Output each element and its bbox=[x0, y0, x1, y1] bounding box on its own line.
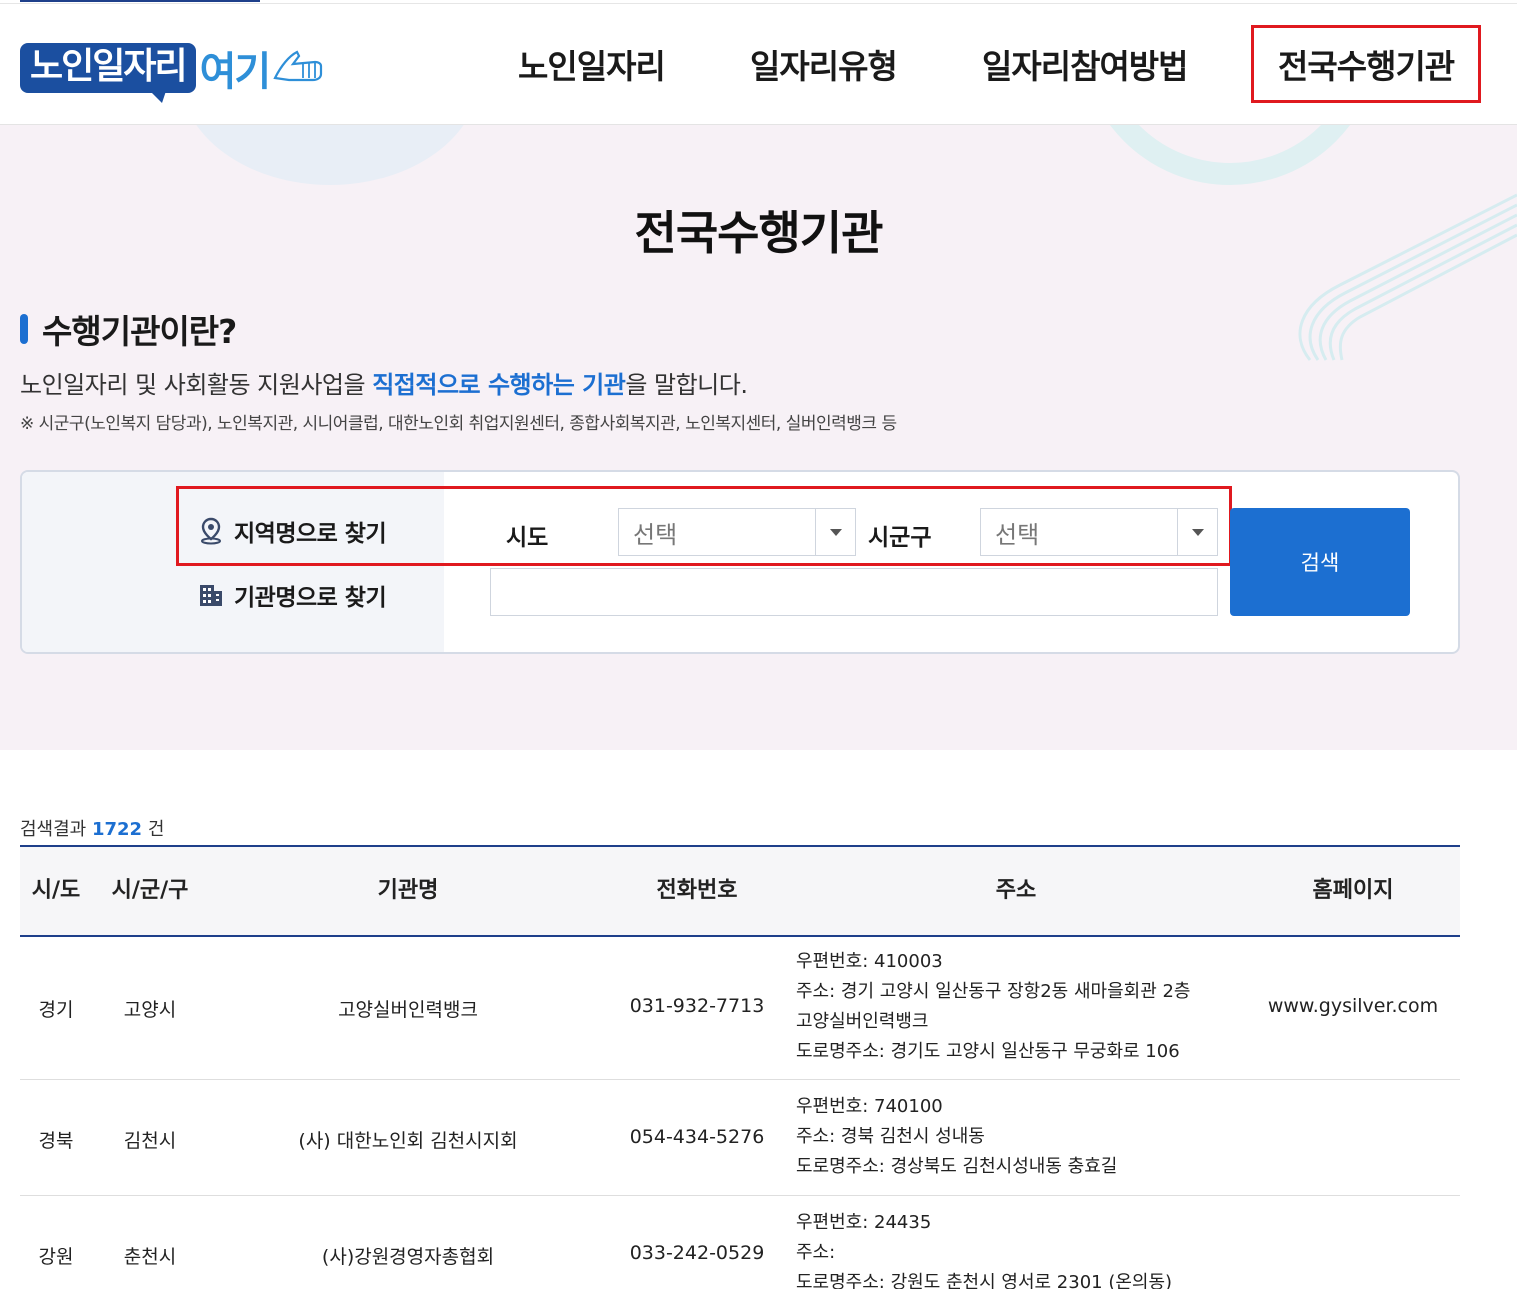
column-header-sido: 시/도 bbox=[31, 878, 81, 903]
desc-after: 을 말합니다. bbox=[625, 371, 748, 399]
top-line-accent bbox=[20, 0, 260, 2]
table-row[interactable]: 강원 춘천시 (사)강원경영자총협회 033-242-0529 우편번호: 24… bbox=[20, 1196, 1460, 1289]
section-heading: 수행기관이란? bbox=[20, 305, 237, 353]
result-count-prefix: 검색결과 bbox=[20, 819, 87, 840]
table-row[interactable]: 경북 김천시 (사) 대한노인회 김천시지회 054-434-5276 우편번호… bbox=[20, 1080, 1460, 1196]
column-header-address: 주소 bbox=[995, 878, 1037, 903]
cell-institution[interactable]: (사) 대한노인회 김천시지회 bbox=[208, 1126, 608, 1153]
column-header-sigungu: 시/군/구 bbox=[111, 878, 189, 903]
find-by-institution-option[interactable]: 기관명으로 찾기 bbox=[198, 578, 387, 612]
cell-sigungu: 김천시 bbox=[123, 1130, 177, 1152]
hero-section: 전국수행기관 수행기관이란? 노인일자리 및 사회활동 지원사업을 직접적으로 … bbox=[0, 125, 1517, 750]
location-pin-icon bbox=[201, 517, 221, 545]
cell-phone: 033-242-0529 bbox=[629, 1242, 765, 1264]
page-title: 전국수행기관 bbox=[634, 206, 884, 260]
section-title: 수행기관이란? bbox=[42, 312, 237, 351]
find-by-institution-label: 기관명으로 찾기 bbox=[234, 585, 387, 611]
sigungu-select[interactable]: 선택 bbox=[980, 508, 1218, 556]
sido-label: 시도 bbox=[506, 525, 549, 551]
desc-before: 노인일자리 및 사회활동 지원사업을 bbox=[20, 371, 373, 399]
cell-address: 우편번호: 740100 주소: 경북 김천시 성내동 도로명주소: 경상북도 … bbox=[796, 1092, 1246, 1182]
search-panel: 지역명으로 찾기 기관명으로 찾기 시도 선택 시군구 선택 검색 bbox=[20, 470, 1460, 654]
main-nav: 노인일자리 일자리유형 일자리참여방법 전국수행기관 bbox=[0, 25, 1517, 110]
nav-item-job-types[interactable]: 일자리유형 bbox=[750, 40, 898, 88]
sido-select[interactable]: 선택 bbox=[618, 508, 856, 556]
sigungu-label: 시군구 bbox=[868, 525, 932, 551]
nav-item-senior-jobs[interactable]: 노인일자리 bbox=[518, 40, 666, 88]
find-by-region-label: 지역명으로 찾기 bbox=[234, 521, 387, 547]
nav-item-agencies[interactable]: 전국수행기관 bbox=[1251, 25, 1482, 103]
cell-sido: 경북 bbox=[38, 1130, 74, 1152]
cell-institution[interactable]: 고양실버인력뱅크 bbox=[208, 995, 608, 1022]
cell-sigungu: 춘천시 bbox=[123, 1246, 177, 1268]
building-icon bbox=[200, 585, 222, 606]
search-options-panel bbox=[22, 472, 444, 652]
address-road: 도로명주소: 경기도 고양시 일산동구 무궁화로 106 bbox=[796, 1041, 1180, 1062]
nav-item-how-to-join[interactable]: 일자리참여방법 bbox=[982, 40, 1189, 88]
find-by-region-option[interactable]: 지역명으로 찾기 bbox=[198, 514, 387, 548]
background-decoration bbox=[180, 125, 480, 185]
result-count-suffix: 건 bbox=[147, 819, 165, 840]
address-lot: 주소: 경기 고양시 일산동구 장항2동 새마을회관 2층 bbox=[796, 981, 1191, 1002]
cell-sido: 경기 bbox=[38, 999, 74, 1021]
site-header: 노인일자리 여기 노인일자리 일자리유형 일자리참여방법 전국수행기관 bbox=[0, 4, 1517, 125]
section-description: 노인일자리 및 사회활동 지원사업을 직접적으로 수행하는 기관을 말합니다. bbox=[20, 365, 748, 400]
cell-phone: 054-434-5276 bbox=[629, 1126, 765, 1148]
result-count: 검색결과 1722 건 bbox=[20, 815, 164, 841]
cell-phone: 031-932-7713 bbox=[629, 995, 765, 1017]
institution-name-input[interactable] bbox=[490, 568, 1218, 616]
search-button[interactable]: 검색 bbox=[1230, 508, 1410, 616]
background-decoration-ring bbox=[1080, 125, 1380, 185]
column-header-homepage: 홈페이지 bbox=[1312, 878, 1394, 903]
address-road: 도로명주소: 경상북도 김천시성내동 충효길 bbox=[796, 1156, 1118, 1177]
address-zip: 우편번호: 24435 bbox=[796, 1212, 932, 1233]
chevron-down-icon bbox=[1177, 509, 1217, 555]
cell-address: 우편번호: 24435 주소: 도로명주소: 강원도 춘천시 영서로 2301 … bbox=[796, 1208, 1246, 1289]
section-bar bbox=[20, 314, 28, 344]
column-header-phone: 전화번호 bbox=[656, 878, 738, 903]
sido-select-value: 선택 bbox=[633, 520, 678, 549]
table-header: 시/도 시/군/구 기관명 전화번호 주소 홈페이지 bbox=[20, 845, 1460, 937]
address-road: 도로명주소: 강원도 춘천시 영서로 2301 (온의동) bbox=[796, 1272, 1173, 1289]
cell-sido: 강원 bbox=[38, 1246, 74, 1268]
table-row[interactable]: 경기 고양시 고양실버인력뱅크 031-932-7713 우편번호: 41000… bbox=[20, 937, 1460, 1080]
results-table: 시/도 시/군/구 기관명 전화번호 주소 홈페이지 경기 고양시 고양실버인력… bbox=[20, 845, 1460, 1289]
result-count-number: 1722 bbox=[91, 819, 143, 840]
address-lot: 주소: 경북 김천시 성내동 bbox=[796, 1126, 985, 1147]
cell-homepage-link[interactable]: www.gysilver.com bbox=[1246, 995, 1460, 1017]
cell-sigungu: 고양시 bbox=[123, 999, 177, 1021]
cell-institution[interactable]: (사)강원경영자총협회 bbox=[208, 1242, 608, 1269]
address-zip: 우편번호: 410003 bbox=[796, 951, 943, 972]
address-zip: 우편번호: 740100 bbox=[796, 1096, 943, 1117]
chevron-down-icon bbox=[815, 509, 855, 555]
address-lot-cont: 고양실버인력뱅크 bbox=[796, 1011, 929, 1032]
cell-address: 우편번호: 410003 주소: 경기 고양시 일산동구 장항2동 새마을회관 … bbox=[796, 947, 1246, 1067]
section-note: ※ 시군구(노인복지 담당과), 노인복지관, 시니어클럽, 대한노인회 취업지… bbox=[20, 414, 897, 434]
address-lot: 주소: bbox=[796, 1242, 836, 1263]
desc-highlight: 직접적으로 수행하는 기관 bbox=[372, 371, 626, 399]
sigungu-select-value: 선택 bbox=[995, 520, 1040, 549]
column-header-institution: 기관명 bbox=[377, 878, 439, 903]
